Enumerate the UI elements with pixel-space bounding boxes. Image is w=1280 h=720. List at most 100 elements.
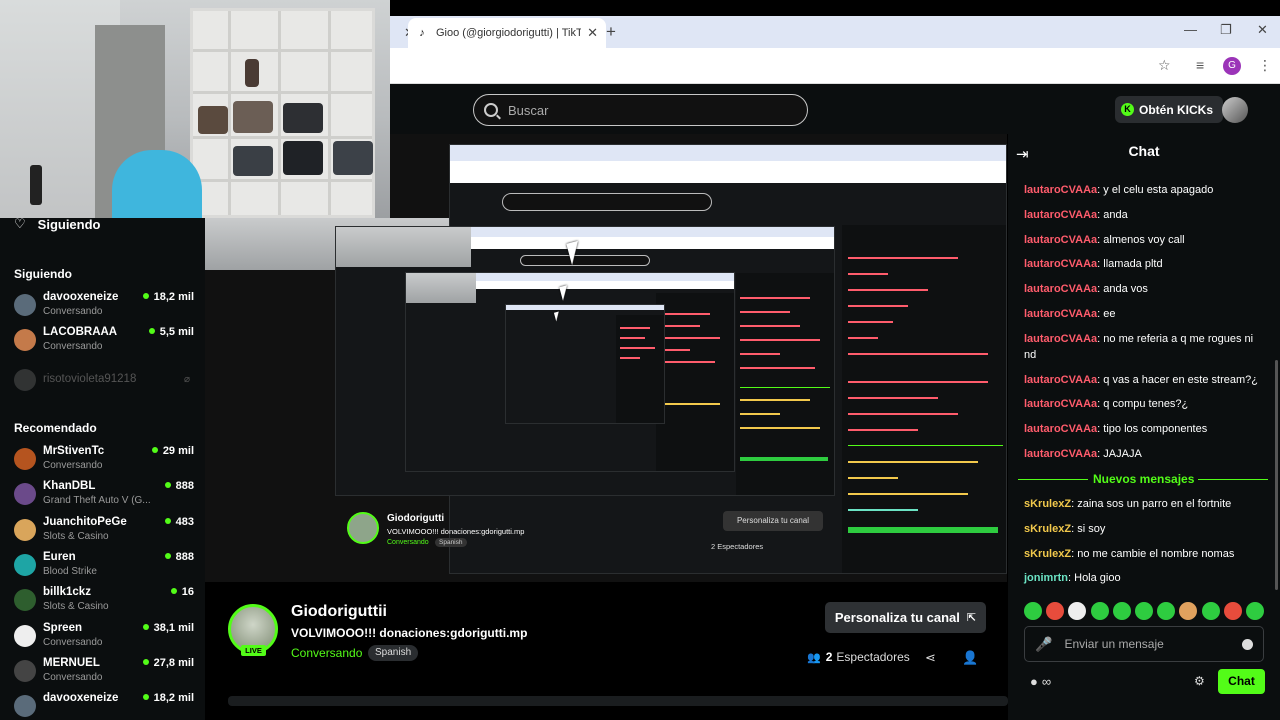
chat-text: y el celu esta apagado [1103,184,1214,196]
following-nav-button[interactable]: ♡ Siguiendo [14,216,101,232]
emote-icon[interactable] [1068,602,1087,620]
chat-username[interactable]: lautaroCVAAa [1024,423,1097,435]
infinity-icon[interactable]: ∞ [1042,674,1051,689]
sidebar-channel-item[interactable]: risotovioleta91218 ⌀ [14,366,194,396]
sidebar-channel-item[interactable]: davooxeneize Conversando 18,2 mil [14,291,194,321]
search-icon [484,103,498,117]
chat-username[interactable]: sKrulexZ [1024,548,1071,560]
sidebar-channel-item[interactable]: Euren Blood Strike 888 [14,551,194,581]
menu-icon[interactable]: ⋮ [1258,57,1272,74]
chat-username[interactable]: lautaroCVAAa [1024,209,1097,221]
chat-username[interactable]: jonimrtn [1024,572,1068,584]
channel-avatar-icon [14,369,36,391]
url-field[interactable] [390,53,1190,79]
gear-icon[interactable]: ⚙ [1194,674,1205,688]
chat-input-box[interactable]: 🎤 [1024,626,1264,662]
emote-icon[interactable] [1112,602,1131,620]
media-icon[interactable]: ≡ [1196,57,1204,73]
collapse-chat-icon[interactable]: ⇥ [1016,145,1029,163]
viewer-count: 888 [165,551,194,563]
tab-close-icon[interactable]: ✕ [587,25,598,41]
channel-avatar-icon [14,659,36,682]
new-tab-button[interactable]: + [606,22,616,42]
chat-bottom-icons: ● ∞ [1030,674,1051,689]
microphone-icon[interactable]: 🎤 [1035,636,1052,653]
channel-avatar-icon [14,518,36,541]
emote-icon[interactable] [1090,602,1109,620]
chat-username[interactable]: lautaroCVAAa [1024,283,1097,295]
profile-icon[interactable]: G [1223,57,1241,75]
stream-language-tag[interactable]: Spanish [368,645,419,661]
channel-category: Conversando [43,460,103,471]
chat-username[interactable]: sKrulexZ [1024,498,1071,510]
chat-message: lautaroCVAAa: anda [1024,207,1264,223]
emote-icon[interactable] [1245,602,1264,620]
search-input[interactable] [508,102,788,118]
user-avatar[interactable] [1222,97,1248,123]
restore-icon[interactable]: ❐ [1220,22,1232,38]
user-follow-icon[interactable]: 👤 [962,650,978,666]
emote-icon[interactable] [1134,602,1153,620]
chat-message: lautaroCVAAa: y el celu esta apagado [1024,182,1264,198]
chat-new-messages: sKrulexZ: zaina sos un parro en el fortn… [1024,496,1264,595]
chat-message-input[interactable] [1064,637,1236,651]
channel-name: MrStivenTc [43,445,105,457]
chat-username[interactable]: lautaroCVAAa [1024,448,1097,460]
tab-previous[interactable]: ✕ [390,18,415,48]
channel-name[interactable]: Giodoriguttii [291,603,387,621]
chat-scrollbar[interactable] [1275,360,1278,590]
personalize-channel-button[interactable]: Personaliza tu canal ⇱ [825,602,986,633]
emote-icon[interactable] [1157,602,1176,620]
tab-title: Gioo (@giorgiodorigutti) | TikTo [436,27,582,39]
stream-category[interactable]: Conversando [291,646,362,660]
chat-message: jonimrtn: Hola gioo [1024,570,1264,586]
chat-username[interactable]: lautaroCVAAa [1024,398,1097,410]
emote-icon[interactable] [1201,602,1220,620]
chat-send-button[interactable]: Chat [1218,669,1265,694]
chat-message: sKrulexZ: si soy [1024,521,1264,537]
preview-category: Conversando [387,539,429,546]
preview-frame-4 [505,304,665,424]
chat-username[interactable]: lautaroCVAAa [1024,234,1097,246]
viewer-count: 👥 2 Espectadores [807,650,910,664]
sidebar-channel-item[interactable]: MERNUEL Conversando 27,8 mil [14,657,194,687]
sidebar-channel-item[interactable]: LACOBRAAA Conversando 5,5 mil [14,326,194,356]
sidebar-channel-item[interactable]: MrStivenTc Conversando 29 mil [14,445,194,475]
search-bar[interactable] [473,94,808,126]
chat-username[interactable]: sKrulexZ [1024,523,1071,535]
get-kicks-button[interactable]: K Obtén KICKs [1115,96,1224,123]
points-icon[interactable]: ● [1030,674,1038,689]
chat-username[interactable]: lautaroCVAAa [1024,258,1097,270]
chat-username[interactable]: lautaroCVAAa [1024,184,1097,196]
following-header: Siguiendo [14,267,72,281]
chat-text: q vas a hacer en este stream?¿ [1103,373,1258,386]
sidebar-channel-item[interactable]: KhanDBL Grand Theft Auto V (G... 888 [14,480,194,510]
tiktok-icon: ♪ [419,27,425,39]
new-messages-divider: Nuevos mensajes [1018,472,1268,486]
chat-message: lautaroCVAAa: tipo los componentes [1024,421,1264,437]
chat-username[interactable]: lautaroCVAAa [1024,308,1097,320]
close-window-icon[interactable]: ✕ [1257,22,1268,38]
sidebar-channel-item[interactable]: JuanchitoPeGe Slots & Casino 483 [14,516,194,546]
chat-username[interactable]: lautaroCVAAa [1024,374,1097,386]
channel-avatar-icon [14,448,36,470]
channel-name: risotovioleta91218 [43,373,137,385]
webcam-overlay [0,0,390,218]
kick-coin-icon: K [1121,103,1134,116]
emote-icon[interactable] [1046,602,1065,620]
sidebar-channel-item[interactable]: billk1ckz Slots & Casino 16 [14,586,194,616]
chat-username[interactable]: lautaroCVAAa [1024,333,1097,345]
following-nav-label: Siguiendo [37,216,101,232]
emoji-picker-icon[interactable] [1242,638,1253,650]
star-icon[interactable]: ☆ [1158,57,1171,74]
emote-icon[interactable] [1223,602,1242,620]
emote-icon[interactable] [1024,602,1042,620]
sidebar-channel-item[interactable]: Spreen Conversando 38,1 mil [14,622,194,652]
sidebar-channel-item[interactable]: davooxeneize 18,2 mil [14,692,194,720]
minimize-icon[interactable]: — [1184,22,1197,37]
share-icon[interactable]: ⋖ [925,650,936,666]
channel-avatar-icon [14,294,36,316]
emote-icon[interactable] [1179,602,1198,620]
personalize-label: Personaliza tu canal [834,610,960,625]
tab-tiktok[interactable]: ♪ Gioo (@giorgiodorigutti) | TikTo ✕ [408,18,606,48]
